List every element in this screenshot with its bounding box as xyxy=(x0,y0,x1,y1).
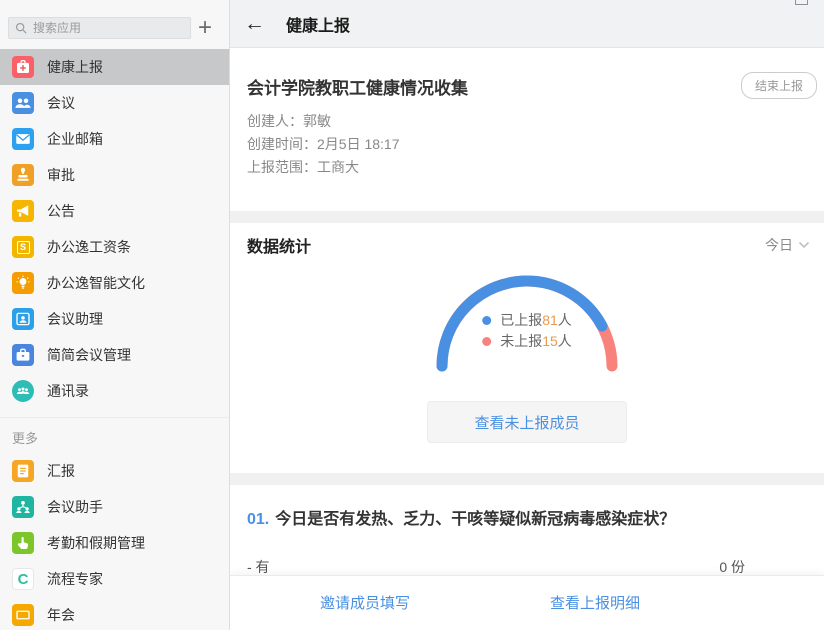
meeting-assistant-icon xyxy=(12,308,34,330)
gauge-legend: 已上报81人 未上报15人 xyxy=(482,310,572,352)
date-filter-dropdown[interactable]: 今日 xyxy=(765,235,810,255)
question-number: 01. xyxy=(247,511,269,528)
stats-section: 数据统计 今日 xyxy=(230,223,824,473)
back-arrow-icon[interactable]: ← xyxy=(244,12,274,36)
view-report-detail-link[interactable]: 查看上报明细 xyxy=(550,592,640,630)
report-doc-icon xyxy=(12,460,34,482)
answer-count: 0 份 xyxy=(719,557,745,577)
sidebar-item-report[interactable]: 汇报 xyxy=(0,453,229,489)
page-title: 健康上报 xyxy=(286,12,350,36)
chevron-down-icon xyxy=(798,241,810,249)
mail-icon xyxy=(12,128,34,150)
sidebar-item-label: 审批 xyxy=(47,165,75,185)
sidebar-item-label: 流程专家 xyxy=(47,569,103,589)
creator-line: 创建人：郭敏 xyxy=(247,110,807,133)
sidebar-more-label: 更多 xyxy=(0,417,229,453)
sidebar-item-announcement[interactable]: 公告 xyxy=(0,193,229,229)
sidebar-item-mail[interactable]: 企业邮箱 xyxy=(0,121,229,157)
scope-line: 上报范围：工商大 xyxy=(247,156,807,179)
legend-reported: 已上报81人 xyxy=(482,310,572,331)
culture-bulb-icon xyxy=(12,272,34,294)
sidebar-item-meeting-assistant[interactable]: 会议助理 xyxy=(0,301,229,337)
footer-action-bar: 邀请成员填写 查看上报明细 xyxy=(230,575,824,630)
sidebar-item-label: 汇报 xyxy=(47,461,75,481)
search-box[interactable] xyxy=(8,17,191,39)
view-unreported-button[interactable]: 查看未上报成员 xyxy=(427,401,627,443)
sidebar-item-health-report[interactable]: 健康上报 xyxy=(0,49,229,85)
create-time-line: 创建时间：2月5日 18:17 xyxy=(247,133,807,156)
sidebar-item-contacts[interactable]: 通讯录 xyxy=(0,373,229,409)
sidebar-item-meeting-helper[interactable]: 会议助手 xyxy=(0,489,229,525)
report-title: 会计学院教职工健康情况收集 xyxy=(247,74,807,99)
sidebar-item-process-expert[interactable]: C 流程专家 xyxy=(0,561,229,597)
sidebar-item-label: 公告 xyxy=(47,201,75,221)
section-divider xyxy=(230,473,824,485)
sidebar-item-label: 通讯录 xyxy=(47,381,89,401)
payslip-icon: S xyxy=(12,236,34,258)
annual-meeting-icon xyxy=(12,604,34,626)
search-icon xyxy=(15,22,27,34)
sidebar: + 健康上报 xyxy=(0,0,230,630)
approval-stamp-icon xyxy=(12,164,34,186)
section-divider xyxy=(230,211,824,223)
window-maximize-icon[interactable] xyxy=(795,0,808,5)
report-info-section: 会计学院教职工健康情况收集 结束上报 创建人：郭敏 创建时间：2月5日 18:1… xyxy=(230,48,824,211)
sidebar-item-label: 会议助理 xyxy=(47,309,103,329)
sidebar-item-label: 办公逸智能文化 xyxy=(47,273,145,293)
sidebar-item-label: 简简会议管理 xyxy=(47,345,131,365)
sidebar-item-meeting[interactable]: 会议 xyxy=(0,85,229,121)
sidebar-item-meeting-manage[interactable]: 简简会议管理 xyxy=(0,337,229,373)
plus-icon[interactable]: + xyxy=(191,17,219,39)
date-filter-label: 今日 xyxy=(765,235,793,255)
sidebar-item-label: 会议助手 xyxy=(47,497,103,517)
meeting-manage-icon xyxy=(12,344,34,366)
stats-heading: 数据统计 xyxy=(247,233,311,257)
announcement-icon xyxy=(12,200,34,222)
app-window: + 健康上报 xyxy=(0,0,824,630)
sidebar-item-payslip[interactable]: S 办公逸工资条 xyxy=(0,229,229,265)
sidebar-item-approval[interactable]: 审批 xyxy=(0,157,229,193)
unreported-dot-icon xyxy=(482,337,491,346)
gauge-chart: 已上报81人 未上报15人 xyxy=(431,263,623,375)
end-report-button[interactable]: 结束上报 xyxy=(741,72,817,99)
main-panel: ← 健康上报 会计学院教职工健康情况收集 结束上报 创建人：郭敏 创建时间：2月… xyxy=(230,0,824,630)
sidebar-item-culture[interactable]: 办公逸智能文化 xyxy=(0,265,229,301)
sidebar-item-label: 会议 xyxy=(47,93,75,113)
app-list: 健康上报 会议 企 xyxy=(0,49,229,630)
invite-members-link[interactable]: 邀请成员填写 xyxy=(320,592,410,630)
main-header: ← 健康上报 xyxy=(230,0,824,48)
sidebar-item-annual-meeting[interactable]: 年会 xyxy=(0,597,229,630)
report-meta: 创建人：郭敏 创建时间：2月5日 18:17 上报范围：工商大 xyxy=(247,110,807,211)
search-row: + xyxy=(0,0,229,49)
sidebar-item-label: 年会 xyxy=(47,605,75,625)
answer-label: - 有 xyxy=(247,557,270,577)
sidebar-item-label: 考勤和假期管理 xyxy=(47,533,145,553)
question-title: 01.今日是否有发热、乏力、干咳等疑似新冠病毒感染症状？ xyxy=(247,505,807,529)
sidebar-item-label: 健康上报 xyxy=(47,57,103,77)
sidebar-item-attendance[interactable]: 考勤和假期管理 xyxy=(0,525,229,561)
health-report-icon xyxy=(12,56,34,78)
content: 会计学院教职工健康情况收集 结束上报 创建人：郭敏 创建时间：2月5日 18:1… xyxy=(230,48,824,630)
contacts-icon xyxy=(12,380,34,402)
answer-row-yes: - 有 0 份 xyxy=(247,557,745,577)
reported-dot-icon xyxy=(482,316,491,325)
meeting-icon xyxy=(12,92,34,114)
sidebar-item-label: 办公逸工资条 xyxy=(47,237,131,257)
legend-unreported: 未上报15人 xyxy=(482,331,572,352)
attendance-icon xyxy=(12,532,34,554)
process-expert-icon: C xyxy=(12,568,34,590)
meeting-helper-icon xyxy=(12,496,34,518)
sidebar-item-label: 企业邮箱 xyxy=(47,129,103,149)
search-input[interactable] xyxy=(33,21,184,35)
